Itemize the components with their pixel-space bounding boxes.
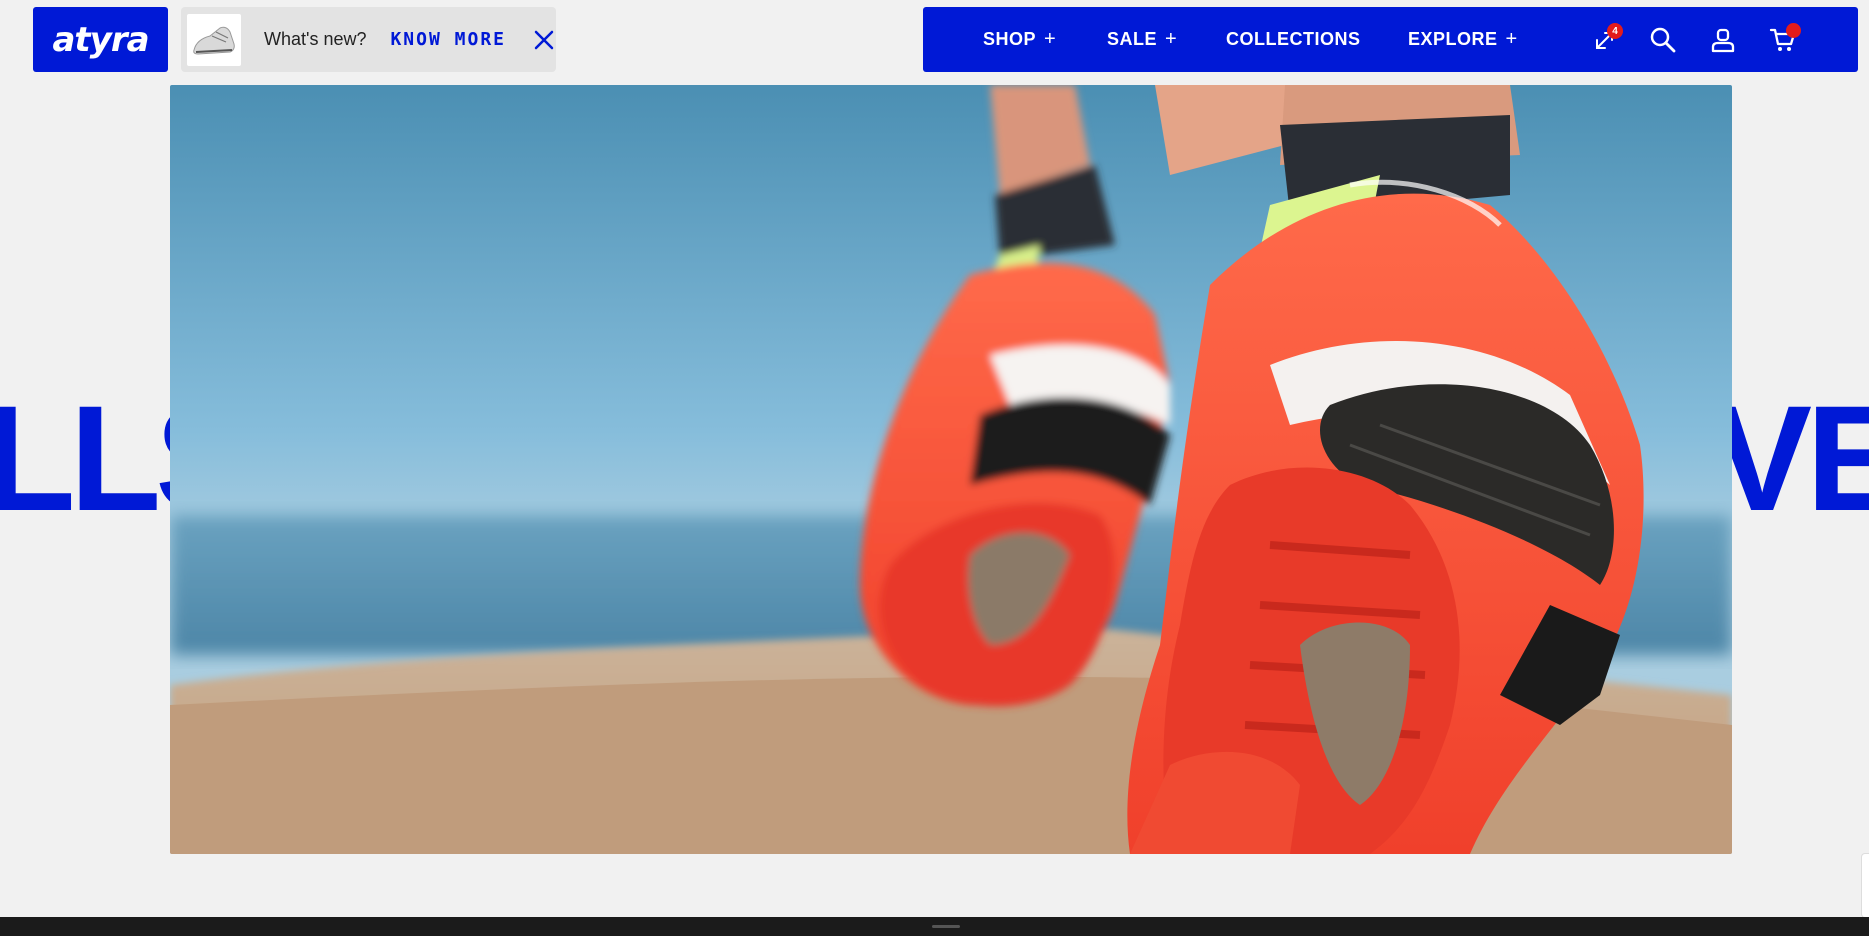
- plus-icon: +: [1505, 28, 1518, 50]
- nav-item-collections[interactable]: COLLECTIONS: [1226, 7, 1361, 72]
- whats-new-banner: What's new? KNOW MORE: [181, 7, 556, 72]
- main-nav: SHOP + SALE + COLLECTIONS EXPLORE + 4: [923, 7, 1858, 72]
- nav-label: SALE: [1107, 29, 1158, 49]
- compare-count-badge: 4: [1607, 23, 1623, 39]
- search-icon[interactable]: [1645, 7, 1681, 72]
- plus-icon: +: [1044, 28, 1057, 50]
- nav-label: EXPLORE: [1408, 29, 1498, 49]
- nav-label: COLLECTIONS: [1226, 29, 1361, 49]
- logo-link[interactable]: atyra: [33, 7, 168, 72]
- side-widget-tab[interactable]: [1861, 853, 1869, 918]
- compare-icon[interactable]: 4: [1587, 7, 1623, 72]
- plus-icon: +: [1165, 28, 1178, 50]
- drag-handle[interactable]: [932, 925, 960, 928]
- cart-notification-dot: [1786, 23, 1801, 38]
- hero-image: [170, 85, 1732, 854]
- nav-item-shop[interactable]: SHOP +: [983, 7, 1056, 72]
- account-icon[interactable]: [1705, 7, 1741, 72]
- sneaker-thumbnail[interactable]: [187, 13, 241, 66]
- close-icon[interactable]: [532, 28, 556, 52]
- bottom-bar: [0, 917, 1869, 936]
- logo: atyra: [52, 19, 149, 60]
- hero-marquee-text-right: VE: [1712, 374, 1869, 542]
- know-more-link[interactable]: KNOW MORE: [390, 29, 506, 50]
- nav-item-sale[interactable]: SALE +: [1107, 7, 1177, 72]
- nav-label: SHOP: [983, 29, 1037, 49]
- promo-text: What's new?: [264, 29, 367, 49]
- nav-item-explore[interactable]: EXPLORE +: [1408, 7, 1518, 72]
- cart-icon[interactable]: [1765, 7, 1801, 72]
